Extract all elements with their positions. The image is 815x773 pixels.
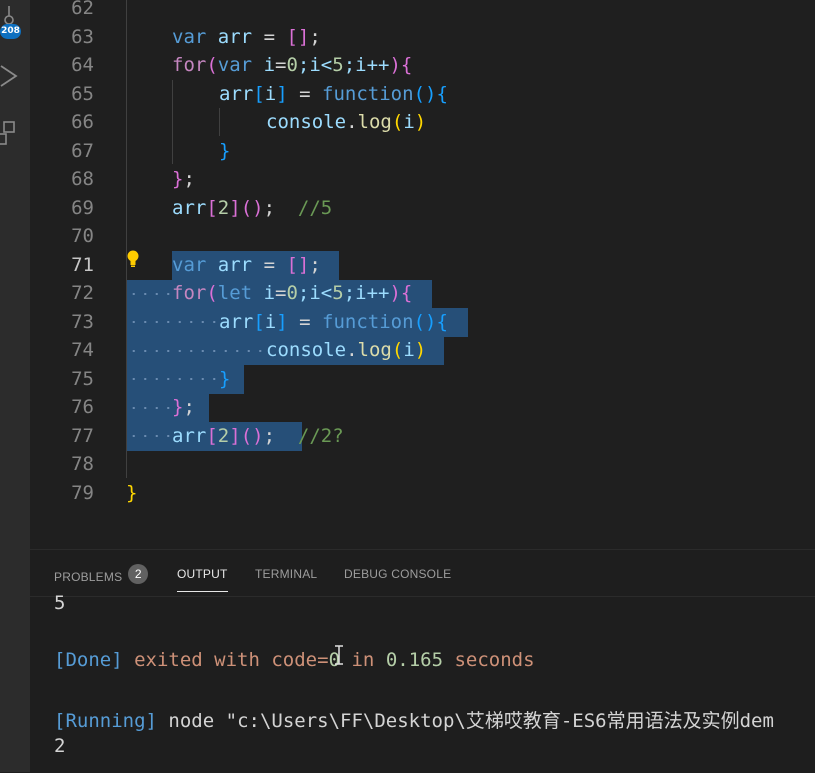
line-number: 76 [71,396,94,418]
code-text: for(var i=0;i<5;i++){ [172,54,413,76]
code-editor[interactable]: 62 63 var arr = []; 64 for(var i=0;i<5;i… [30,0,815,549]
tab-output[interactable]: OUTPUT [177,567,228,592]
line-number: 74 [71,339,94,361]
code-line: 66 console.log(i) [30,108,815,137]
output-line: [Running] node "c:\Users\FF\Desktop\艾梯哎教… [54,710,774,732]
output-line: 5 [54,592,66,614]
code-line: 76 }; [30,393,815,422]
line-number: 73 [71,310,94,333]
code-line: 77 arr[2](); //2? [30,422,815,451]
code-line: 75 } [30,365,815,394]
activity-bar: 208 [0,0,30,772]
code-line: 67 } [30,137,815,166]
tab-terminal[interactable]: TERMINAL [255,567,317,591]
line-number: 72 [71,282,94,304]
code-line: 62 [30,0,815,23]
line-number: 77 [71,424,94,447]
code-text: } [219,367,231,390]
code-text: arr[2](); //2? [172,424,344,447]
line-number: 65 [71,82,94,105]
code-line: 68 }; [30,165,815,194]
code-text: }; [172,168,195,190]
code-text: }; [172,396,195,418]
code-text: var arr = []; [172,25,321,48]
tab-label: OUTPUT [177,567,228,581]
code-text: var arr = []; [172,253,321,276]
line-number: 79 [71,481,94,504]
tab-label: DEBUG CONSOLE [344,567,452,581]
line-number: 78 [71,453,94,475]
code-line: 69 arr[2](); //5 [30,194,815,223]
line-number: 75 [71,367,94,390]
code-line: 71 var arr = []; [30,251,815,280]
code-text: console.log(i) [266,339,427,361]
code-text: console.log(i) [266,111,427,133]
line-number: 69 [71,196,94,219]
line-number: 64 [71,54,94,76]
code-line: 74 console.log(i) [30,336,815,365]
tab-label: PROBLEMS [54,570,123,584]
code-line: 78 [30,450,815,479]
code-text: arr[i] = function(){ [219,310,448,333]
code-line: 65 arr[i] = function(){ [30,80,815,109]
line-number: 71 [71,253,94,276]
code-line: 79 } [30,479,815,508]
output-line: [Done] exited with code=0 in 0.165 secon… [54,649,535,671]
tab-problems[interactable]: PROBLEMS 2 [54,564,149,591]
code-line: 63 var arr = []; [30,23,815,52]
code-text: arr[2](); //5 [172,196,333,219]
output-line: 2 [54,735,66,757]
line-number: 70 [71,225,94,247]
line-number: 62 [71,0,94,19]
run-debug-icon[interactable] [0,62,30,92]
code-text: } [126,481,138,504]
code-text: for(let i=0;i<5;i++){ [172,282,413,304]
line-number: 66 [71,111,94,133]
source-control-badge: 208 [0,24,21,39]
line-number: 67 [71,139,94,162]
text-cursor-icon [335,645,343,665]
problems-count-badge: 2 [128,564,149,584]
bottom-panel: PROBLEMS 2 OUTPUT TERMINAL DEBUG CONSOLE … [30,549,815,773]
code-text: arr[i] = function(){ [219,82,448,105]
line-number: 68 [71,168,94,190]
tab-label: TERMINAL [255,567,318,581]
code-line: 70 [30,222,815,251]
code-line: 64 for(var i=0;i<5;i++){ [30,51,815,80]
extensions-icon[interactable] [0,120,30,152]
line-number: 63 [71,25,94,48]
panel-tabs: PROBLEMS 2 OUTPUT TERMINAL DEBUG CONSOLE [30,550,815,597]
tab-debug-console[interactable]: DEBUG CONSOLE [344,567,451,591]
code-line: 72 for(let i=0;i<5;i++){ [30,279,815,308]
code-text: } [219,139,231,162]
code-line: 73 arr[i] = function(){ [30,308,815,337]
